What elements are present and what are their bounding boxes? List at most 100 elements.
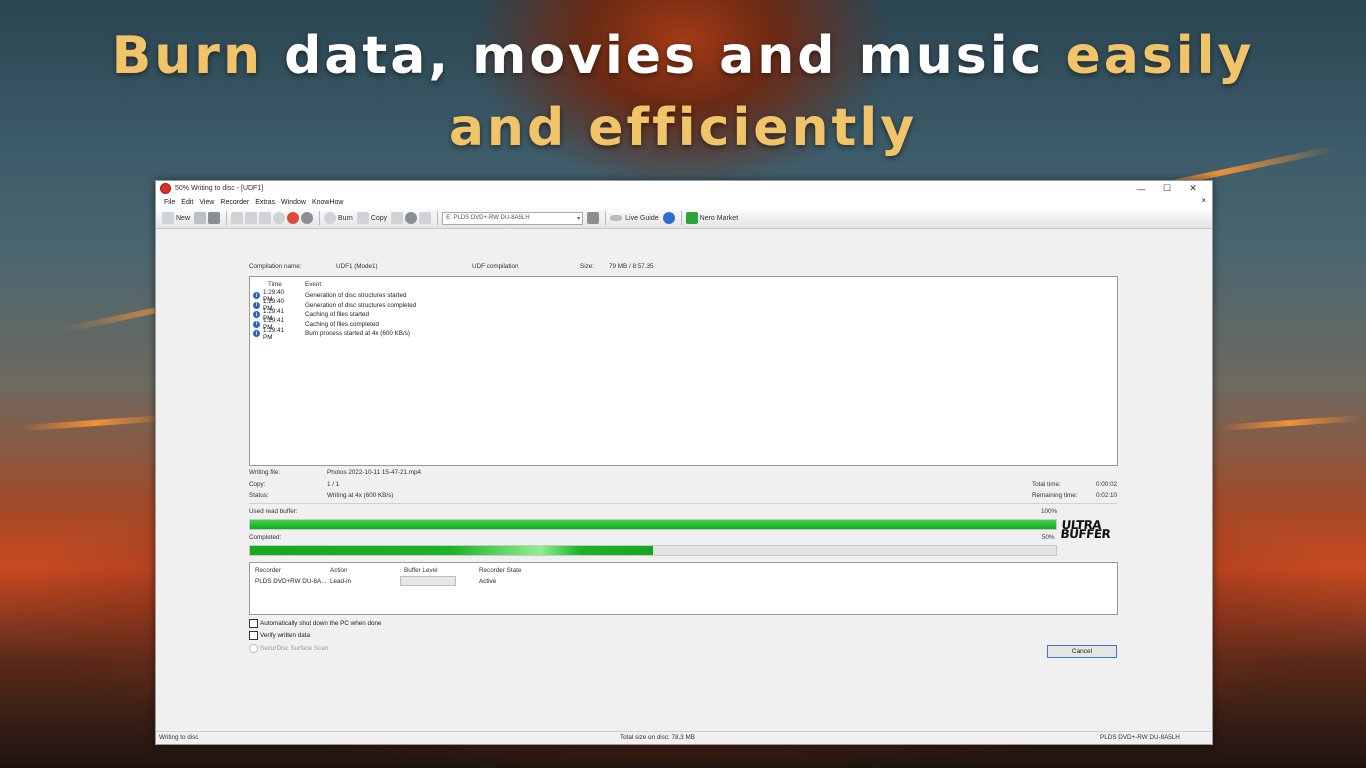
completed-percent: 50% (1042, 534, 1055, 541)
remaining-time-value: 0:02:10 (1096, 492, 1118, 499)
menu-extras[interactable]: Extras (255, 199, 275, 206)
logo-text: BUFFER (1059, 527, 1112, 541)
shopping-cart-icon (685, 212, 698, 224)
chevron-down-icon: ▾ (577, 215, 581, 222)
event-text: Generation of disc structures started (305, 292, 407, 299)
checkbox-icon (249, 631, 258, 640)
banner-word: Burn (111, 26, 285, 86)
buffer-progress-fill (250, 520, 1056, 529)
buffer-level-bar (400, 576, 456, 586)
buffer-progress-bar (249, 519, 1057, 530)
eject-icon[interactable] (405, 212, 418, 224)
erase-icon[interactable] (391, 212, 404, 224)
burn-button[interactable]: Burn (324, 212, 353, 224)
column-header-buffer-level: Buffer Level (404, 567, 438, 574)
burn-label: Burn (338, 214, 353, 222)
paste-icon[interactable] (259, 212, 272, 224)
completed-progress-bar (249, 545, 1057, 556)
toolbar-separator (319, 211, 321, 225)
event-row: i 1:29:41 PM Burn process started at 4x … (253, 327, 410, 341)
event-log[interactable]: Time Event i 1:29:40 PM Generation of di… (249, 276, 1118, 466)
menu-window[interactable]: Window (281, 199, 306, 206)
total-time-label: Total time: (1032, 481, 1061, 488)
verify-checkbox[interactable]: Verify written data (249, 631, 310, 640)
recorder-table[interactable]: Recorder Action Buffer Level Recorder St… (249, 562, 1118, 615)
total-time-value: 0:00:02 (1096, 481, 1118, 488)
banner-headline-line2: and efficiently (448, 98, 918, 158)
info-icon: i (253, 301, 260, 309)
status-label: Status: (249, 492, 269, 499)
info-disc-icon[interactable] (301, 212, 314, 224)
event-text: Generation of disc structures completed (305, 301, 417, 309)
banner-headline-line1: Burn data, movies and music easily (0, 26, 1366, 86)
copy-label: Copy: (249, 481, 266, 488)
event-row: i 1:29:40 PM Generation of disc structur… (253, 298, 416, 312)
live-guide-toggle[interactable]: Live Guide (610, 215, 659, 222)
cancel-button[interactable]: Cancel (1047, 645, 1117, 658)
new-button[interactable]: New (162, 212, 190, 224)
shutdown-checkbox[interactable]: Automatically shut down the PC when done (249, 619, 381, 628)
menu-recorder[interactable]: Recorder (220, 199, 249, 206)
buffer-label: Used read buffer: (249, 508, 298, 515)
disc-icon[interactable] (273, 212, 286, 224)
maximize-button[interactable]: ☐ (1154, 181, 1180, 196)
divider (249, 503, 1117, 504)
nero-market-button[interactable]: Nero Market (685, 212, 738, 224)
event-text: Caching of files started (305, 311, 370, 318)
toolbar-separator (680, 211, 682, 225)
menu-file[interactable]: File (164, 199, 175, 206)
nero-icon[interactable] (287, 212, 300, 224)
title-bar: 50% Writing to disc - [UDF1] — ☐ ✕ (156, 181, 1212, 196)
compilation-name-label: Compilation name: (249, 263, 302, 270)
drive-select-value: E: PLDS DVD+-RW DU-8A5LH (446, 215, 530, 221)
info-icon: i (253, 311, 260, 318)
cut-icon[interactable] (231, 212, 244, 224)
copy-icon[interactable] (245, 212, 258, 224)
status-bar-total-size: Total size on disc: 78.3 MB (620, 734, 695, 741)
toolbar: New Burn Copy E: PLDS DVD+-RW DU-8A5LH ▾ (156, 208, 1212, 229)
recorder-name: PLDS DVD+RW DU-8A... (255, 578, 327, 585)
shutdown-label: Automatically shut down the PC when done (260, 620, 382, 627)
copy-button[interactable]: Copy (356, 212, 387, 224)
column-header-recorder-state: Recorder State (479, 567, 522, 574)
window-title: 50% Writing to disc - [UDF1] (175, 185, 264, 192)
disc-info-icon[interactable] (419, 212, 432, 224)
menu-view[interactable]: View (199, 199, 214, 206)
close-button[interactable]: ✕ (1180, 181, 1206, 196)
securdisc-radio: SecurDisc Surface Scan (249, 644, 328, 653)
ultra-buffer-logo: ULTRA BUFFER (1059, 518, 1120, 541)
writing-file-value: Photos 2022-10-11 15-47-21.mp4 (327, 469, 422, 476)
status-value: Writing at 4x (600 KB/s) (327, 492, 394, 499)
banner-word: data, movies and music (284, 26, 1066, 86)
burn-progress-panel: Compilation name: UDF1 (Mode1) UDF compi… (156, 229, 1212, 732)
buffer-percent: 100% (1041, 508, 1058, 515)
radio-icon (249, 644, 258, 653)
open-icon[interactable] (194, 212, 207, 224)
drive-select[interactable]: E: PLDS DVD+-RW DU-8A5LH ▾ (442, 211, 584, 225)
info-icon: i (253, 320, 260, 328)
new-label: New (176, 214, 191, 222)
toolbar-separator (605, 211, 607, 225)
compilation-name-value: UDF1 (Mode1) (336, 263, 378, 270)
event-text: Caching of files completed (305, 320, 379, 328)
mdi-close-button[interactable]: × (1201, 196, 1206, 205)
copy-value: 1 / 1 (327, 481, 340, 488)
size-value: 79 MB / 8:57.35 (609, 263, 654, 270)
new-document-icon (162, 212, 174, 224)
toolbar-separator (226, 211, 228, 225)
completed-label: Completed: (249, 534, 282, 541)
recorder-action: Lead-in (330, 578, 352, 585)
event-row: i 1:29:41 PM Caching of files completed (253, 317, 379, 331)
checkbox-icon (249, 619, 258, 628)
menu-knowhow[interactable]: KnowHow (312, 199, 344, 206)
column-header-recorder: Recorder (255, 567, 281, 574)
event-header-time: Time (268, 281, 282, 288)
copy-disc-icon (356, 212, 369, 224)
event-text: Burn process started at 4x (600 KB/s) (305, 330, 410, 337)
drive-options-icon[interactable] (587, 212, 600, 224)
status-bar: Writing to disc Total size on disc: 78.3… (156, 731, 1212, 744)
menu-edit[interactable]: Edit (181, 199, 193, 206)
minimize-button[interactable]: — (1128, 181, 1154, 196)
help-icon[interactable] (662, 212, 675, 224)
save-icon[interactable] (208, 212, 221, 224)
